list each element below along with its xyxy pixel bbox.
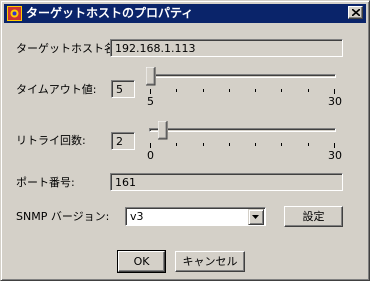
- timeout-value-box: 5: [111, 80, 135, 98]
- timeout-tick: [150, 89, 151, 94]
- timeout-min-label: 5: [147, 95, 154, 108]
- timeout-tick: [334, 89, 335, 94]
- timeout-tick: [255, 89, 256, 92]
- retry-value-box: 2: [111, 132, 135, 150]
- window-title: ターゲットホストのプロパティ: [26, 6, 194, 20]
- timeout-value: 5: [116, 83, 123, 96]
- port-field: 161: [110, 173, 343, 191]
- app-icon: [7, 6, 22, 21]
- timeout-tick: [176, 89, 177, 92]
- timeout-slider-thumb[interactable]: [146, 67, 156, 86]
- snmp-version-selected: v3: [130, 210, 144, 223]
- retry-tick: [255, 143, 256, 146]
- target-host-label: ターゲットホスト名:: [16, 42, 119, 55]
- chevron-down-icon: [252, 215, 259, 219]
- target-host-field: 192.168.1.113: [110, 39, 343, 57]
- close-button[interactable]: [348, 6, 363, 19]
- snmp-version-dropdown-button[interactable]: [248, 209, 264, 225]
- retry-slider-thumb[interactable]: [158, 121, 168, 140]
- retry-tick: [150, 143, 151, 148]
- timeout-label: タイムアウト値:: [16, 83, 97, 96]
- cancel-button[interactable]: キャンセル: [175, 251, 245, 272]
- retry-slider-track[interactable]: [149, 128, 336, 132]
- retry-value: 2: [116, 135, 123, 148]
- retry-tick: [229, 143, 230, 146]
- close-icon: [352, 9, 360, 16]
- timeout-tick: [281, 89, 282, 92]
- retry-tick: [203, 143, 204, 146]
- timeout-slider-track[interactable]: [149, 74, 336, 78]
- port-value: 161: [115, 176, 136, 189]
- retry-tick: [281, 143, 282, 146]
- retry-min-label: 0: [147, 149, 154, 162]
- title-bar[interactable]: ターゲットホストのプロパティ: [4, 4, 366, 23]
- timeout-max-label: 30: [328, 95, 342, 108]
- retry-tick: [176, 143, 177, 146]
- timeout-tick: [308, 89, 309, 92]
- port-label: ポート番号:: [16, 176, 75, 189]
- timeout-tick: [229, 89, 230, 92]
- retry-label: リトライ回数:: [16, 134, 86, 147]
- timeout-tick: [203, 89, 204, 92]
- target-host-value: 192.168.1.113: [115, 42, 196, 55]
- retry-max-label: 30: [328, 149, 342, 162]
- properties-dialog: ターゲットホストのプロパティ ターゲットホスト名: 192.168.1.113 …: [0, 0, 370, 281]
- retry-tick: [308, 143, 309, 146]
- snmp-version-label: SNMP バージョン:: [16, 210, 110, 223]
- ok-button[interactable]: OK: [117, 250, 166, 273]
- snmp-settings-button[interactable]: 設定: [284, 206, 343, 227]
- retry-tick: [334, 143, 335, 148]
- snmp-version-select[interactable]: v3: [125, 207, 266, 226]
